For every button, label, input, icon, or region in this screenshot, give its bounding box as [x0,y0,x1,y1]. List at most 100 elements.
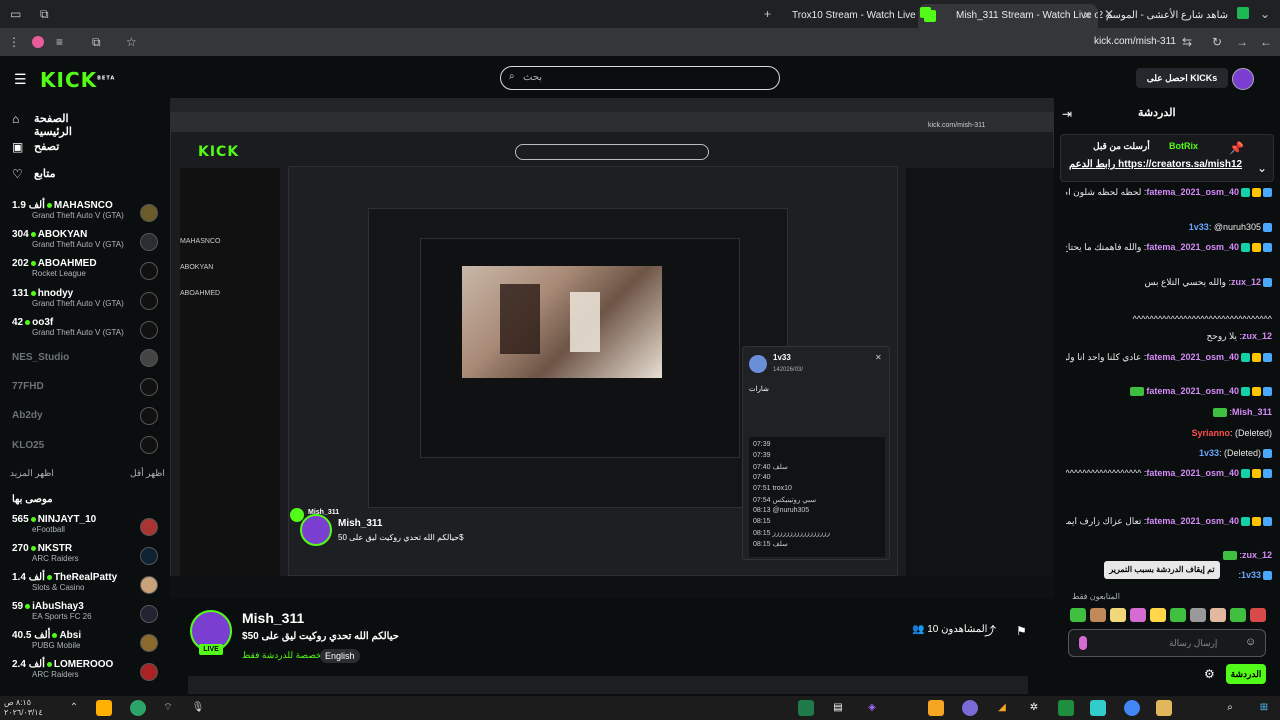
nav-home[interactable]: الصفحة الرئيسية [34,112,104,138]
tray-app-icon[interactable] [96,700,112,716]
chat-message[interactable]: fatema_2021_osm_40: ^^^^^^^^^^^^^^^^^^^^… [1066,467,1272,479]
get-kicks-button[interactable]: احصل على KICKs [1136,68,1228,88]
share-icon[interactable]: ⤴ [984,624,996,638]
user-avatar[interactable] [1232,68,1254,90]
chat-message[interactable]: fatema_2021_osm_40: عادي كلنا واحد انا و… [1066,351,1272,363]
chat-message[interactable]: Mish_311: [1066,406,1272,418]
windows-start-icon[interactable]: ⊞ [1256,700,1272,716]
recommended-channel[interactable]: 565 NINJAYT_10 eFootball [12,514,132,540]
bookmark-star-icon[interactable]: ☆ [126,35,137,49]
followed-channel[interactable]: 42 oo3f Grand Theft Auto V (GTA) [12,317,132,343]
close-icon[interactable]: ✕ [875,353,882,362]
recommended-channel[interactable]: 1.4 ألف TheRealPatty Slots & Casino [12,572,132,598]
taskbar-app-icon[interactable]: ✲ [1026,700,1042,716]
taskbar-app-icon[interactable] [962,700,978,716]
nav-browse[interactable]: تصفح [34,140,104,153]
recommended-channel[interactable]: 270 NKSTR ARC Raiders [12,543,132,569]
streamer-name[interactable]: Mish_311 [242,610,304,626]
forward-icon[interactable]: → [1236,35,1248,49]
site-settings-icon[interactable]: ⇆ [1182,35,1192,49]
close-icon[interactable]: ✕ [1083,4,1092,28]
offline-channel[interactable]: NES_Studio [12,352,132,378]
reload-icon[interactable]: ↻ [1212,35,1222,49]
chevron-down-icon[interactable]: ⌄ [1260,7,1270,21]
send-chat-button[interactable]: الدردشة [1226,664,1266,684]
taskbar-app-icon[interactable]: ▤ [830,700,846,716]
followed-channel[interactable]: 202 ABOAHMED Rocket League [12,258,132,284]
chrome-icon[interactable] [1124,700,1140,716]
chat-message[interactable]: zux_12: يلا روحح [1066,330,1273,342]
recommended-channel[interactable]: 2.4 ألف LOMEROOO ARC Raiders [12,659,132,685]
network-icon[interactable]: ⌔ [160,700,176,716]
new-tab-icon[interactable]: + [764,7,771,21]
taskbar-app-icon[interactable]: ◢ [994,700,1010,716]
collapse-chat-icon[interactable]: ⇥ [1062,107,1072,121]
offline-channel[interactable]: Ab2dy [12,410,132,436]
profile-icon[interactable] [32,36,44,48]
search-input[interactable]: ⌕ بحث [500,66,780,90]
chat-message[interactable]: fatema_2021_osm_40: تعال عزاك زارف ايموت… [1066,515,1272,527]
emote[interactable] [1210,608,1226,622]
extensions-icon[interactable]: ⧉ [92,35,101,49]
offline-channel[interactable]: 77FHD [12,381,132,407]
followed-channel[interactable]: 304 ABOKYAN Grand Theft Auto V (GTA) [12,229,132,255]
kick-logo[interactable]: KICKBETA [40,68,115,92]
emote[interactable] [1090,608,1106,622]
minimize-icon[interactable]: ▭ [10,7,21,21]
show-less-link[interactable]: اظهر أقل [130,468,165,479]
taskbar-app-icon[interactable] [1090,700,1106,716]
chat-message[interactable]: fatema_2021_osm_40 [1066,385,1272,397]
file-explorer-icon[interactable] [1156,700,1172,716]
recommended-channel[interactable]: 40.5 ألف Absi PUBG Mobile [12,630,132,656]
emote[interactable] [1230,608,1246,622]
pinned-message[interactable]: BotRix أرسلت من قبل رابط الدعم https://c… [1060,134,1274,182]
chat-settings-gear-icon[interactable]: ⚙ [1204,667,1215,681]
emote[interactable] [1070,608,1086,622]
emote[interactable] [1250,608,1266,622]
chat-input[interactable]: إرسال رسالة ☺ [1068,629,1266,657]
nav-following[interactable]: متابع [34,167,104,180]
emote[interactable] [1130,608,1146,622]
chat-message[interactable]: 1v33: @nuruh305 [1066,221,1272,233]
tray-app-icon[interactable] [130,700,146,716]
cast-icon[interactable]: ≡ [56,35,63,49]
emote[interactable] [1190,608,1206,622]
restore-icon[interactable]: ⧉ [40,7,49,21]
chat-message[interactable]: 1v33: (Deleted) [1066,447,1272,459]
followed-channel[interactable]: 131 hnodyy Grand Theft Auto V (GTA) [12,288,132,314]
chat-message[interactable]: ^^^^^^^^^^^^^^^^^^^^^^^^^^^^^^^^^ [1066,313,1272,325]
back-icon[interactable]: ← [1260,35,1272,49]
chevron-down-icon[interactable]: ⌄ [1257,161,1267,175]
language-tag[interactable]: English [320,649,360,663]
taskbar-app-icon[interactable] [798,700,814,716]
tray-icon[interactable]: ⌃ [66,700,82,716]
search-icon[interactable]: ⌕ [1222,700,1238,716]
tab-shahid[interactable]: شاهد شارع الأعشى - الموسم 2 [1100,4,1250,28]
followed-channel[interactable]: 1.9 ألف MAHASNCO Grand Theft Auto V (GTA) [12,200,132,226]
follow-user-icon[interactable]: ⚑ [1016,624,1027,638]
microphone-icon[interactable] [1079,636,1087,650]
chat-message[interactable]: fatema_2021_osm_40: والله فاهمتك ما يحتا… [1066,241,1272,253]
hamburger-menu-icon[interactable]: ☰ [14,72,27,86]
microphone-icon[interactable]: 🎙 [190,700,206,716]
emote[interactable] [1110,608,1126,622]
emote[interactable] [1170,608,1186,622]
tab-mish311[interactable]: ✕ Mish_311 Stream - Watch Live o [918,4,1098,28]
recommended-channel[interactable]: 59 iAbuShay3 EA Sports FC 26 [12,601,132,627]
chat-message[interactable]: Syrianno: (Deleted) [1066,427,1272,439]
tab-trox10[interactable]: ✕ Trox10 Stream - Watch Live on [784,4,934,28]
url-field[interactable]: kick.com/mish-311 [1040,36,1176,47]
pinned-text[interactable]: رابط الدعم https://creators.sa/mish12 [1069,159,1242,170]
chat-message[interactable]: zux_12: [1066,549,1272,561]
taskbar-app-icon[interactable]: ◈ [864,700,880,716]
video-player[interactable]: kick.com/mish-311 KICK MAHASNCO ABOKYAN … [170,98,1054,598]
menu-dots-icon[interactable]: ⋮ [8,35,20,49]
emoji-icon[interactable]: ☺ [1245,636,1256,648]
show-more-link[interactable]: اظهر المزيد [10,468,54,479]
chat-message[interactable]: zux_12: والله يحسي التلاع بس [1066,276,1272,288]
taskbar-app-icon[interactable] [928,700,944,716]
taskbar-app-icon[interactable] [1058,700,1074,716]
taskbar-clock[interactable]: ٨:١٥ ص ٢٠٢٦/٠٣/١٤ [4,698,43,718]
chat-paused-notice[interactable]: تم إيقاف الدردشة بسبب التمرير [1104,561,1220,579]
emote[interactable] [1150,608,1166,622]
